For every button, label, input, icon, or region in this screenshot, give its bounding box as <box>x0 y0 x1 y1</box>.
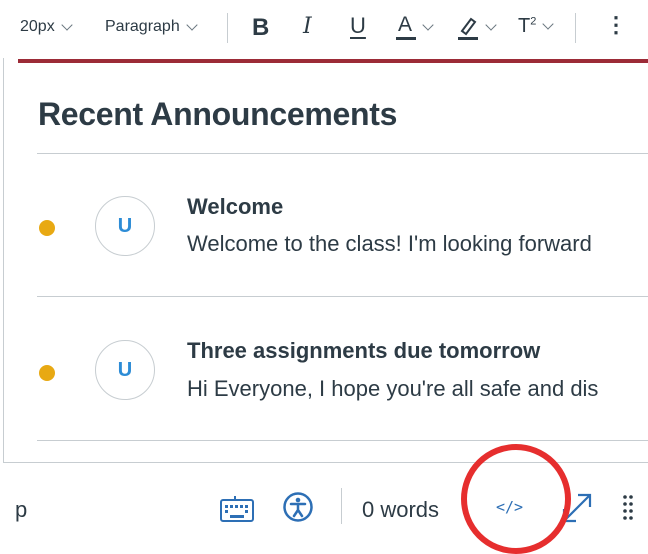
italic-icon: I <box>303 14 312 39</box>
block-format-dropdown[interactable]: Paragraph <box>105 18 198 36</box>
italic-button[interactable]: I <box>303 14 312 39</box>
divider <box>37 153 648 154</box>
more-options-button[interactable]: ⋮ <box>605 12 627 38</box>
unread-indicator <box>39 220 55 236</box>
element-path[interactable]: p <box>15 497 27 523</box>
announcement-preview: Welcome to the class! I'm looking forwar… <box>187 231 592 256</box>
section-heading: Recent Announcements <box>38 96 398 132</box>
editor-content-area[interactable]: Recent Announcements U Welcome Welcome t… <box>3 58 648 463</box>
highlight-color-button[interactable] <box>457 13 497 41</box>
unread-indicator <box>39 365 55 381</box>
underline-button[interactable]: U <box>350 13 366 39</box>
chevron-down-icon <box>422 18 434 31</box>
divider <box>37 296 648 297</box>
keyboard-icon[interactable] <box>220 496 254 522</box>
highlight-icon <box>458 17 478 40</box>
status-divider <box>341 488 342 524</box>
text-color-icon: A <box>396 13 416 41</box>
editor-toolbar: 20px Paragraph B I U A T2 ⋮ <box>0 0 648 56</box>
toolbar-divider <box>575 13 576 43</box>
toolbar-divider <box>227 13 228 43</box>
announcement-title[interactable]: Welcome <box>187 194 283 220</box>
more-icon: ⋮ <box>605 12 627 37</box>
block-format-value: Paragraph <box>105 18 180 35</box>
highlight-annotation-circle <box>461 444 571 554</box>
word-count[interactable]: 0 words <box>362 497 439 523</box>
superscript-icon: T2 <box>518 15 537 37</box>
font-size-dropdown[interactable]: 20px <box>20 18 73 36</box>
chevron-down-icon <box>61 18 73 31</box>
divider <box>37 440 648 441</box>
superscript-button[interactable]: T2 <box>518 15 555 38</box>
accent-bar <box>18 59 648 63</box>
font-size-value: 20px <box>20 18 55 35</box>
bold-icon: B <box>252 14 270 41</box>
text-color-button[interactable]: A <box>396 13 434 41</box>
chevron-down-icon <box>485 18 497 31</box>
announcement-title[interactable]: Three assignments due tomorrow <box>187 338 540 364</box>
underline-icon: U <box>350 13 366 38</box>
accessibility-icon[interactable] <box>283 492 313 522</box>
chevron-down-icon <box>186 18 198 31</box>
resize-grip-icon[interactable] <box>622 494 634 520</box>
bold-button[interactable]: B <box>252 14 269 42</box>
announcement-preview: Hi Everyone, I hope you're all safe and … <box>187 376 599 401</box>
avatar: U <box>95 196 155 256</box>
chevron-down-icon <box>542 18 555 30</box>
avatar: U <box>95 340 155 400</box>
